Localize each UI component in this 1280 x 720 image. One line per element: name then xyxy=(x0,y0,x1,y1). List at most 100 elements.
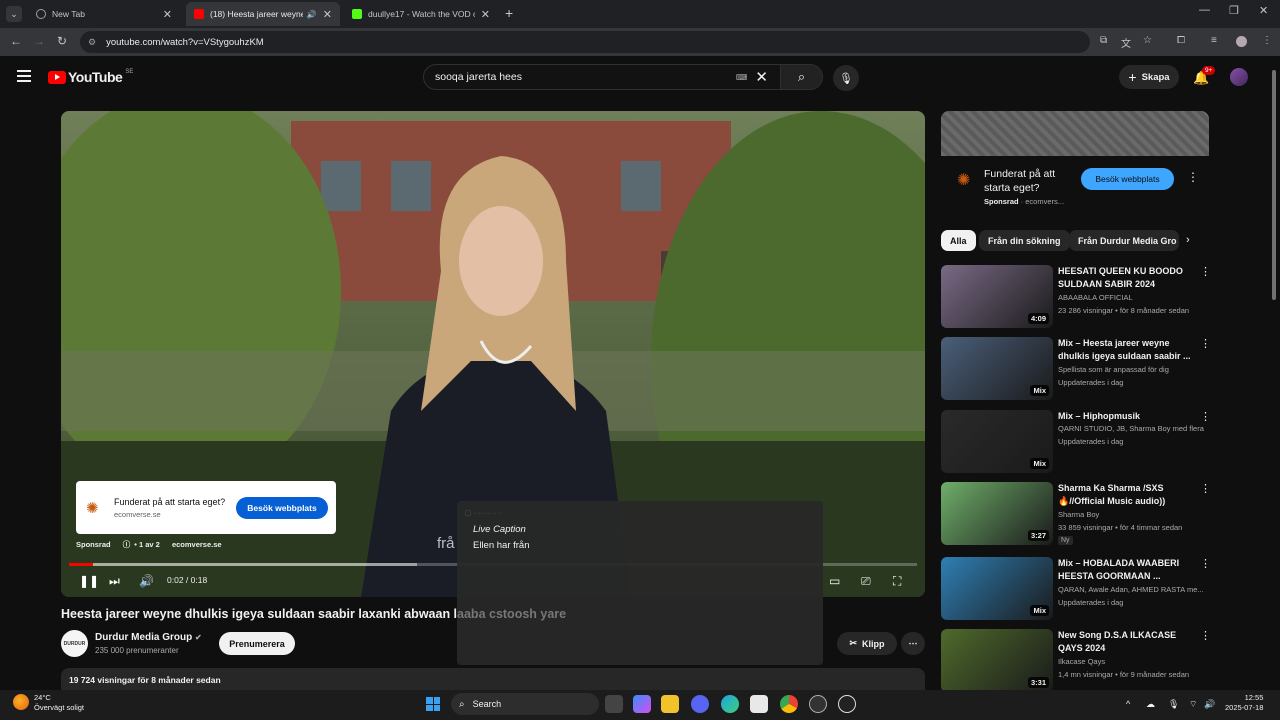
youtube-logo[interactable]: YouTube SE xyxy=(48,69,133,85)
task-view-icon[interactable] xyxy=(605,695,623,713)
clear-search-icon[interactable]: ✕ xyxy=(755,68,768,86)
maximize-icon[interactable]: ❐ xyxy=(1229,4,1239,17)
browser-menu-icon[interactable]: ⋮ xyxy=(1262,35,1272,46)
install-app-icon[interactable]: ⧉ xyxy=(1100,35,1107,46)
recommendation-channel[interactable]: Ilkacase Qays xyxy=(1058,657,1208,666)
mic-tray-icon[interactable]: 🎙 xyxy=(1168,699,1179,710)
tab-kick[interactable]: duullye17 - Watch the VOD on ✕ xyxy=(344,2,498,26)
file-explorer-icon[interactable] xyxy=(661,695,679,713)
address-bar[interactable]: ⚙ youtube.com/watch?v=VStygouhzKM xyxy=(80,31,1090,53)
sidebar-visit-website-button[interactable]: Besök webbplats xyxy=(1081,168,1174,190)
wifi-icon[interactable]: ⌔ xyxy=(1189,699,1197,710)
extensions-icon[interactable]: ⧠ xyxy=(1177,35,1185,46)
chip-all[interactable]: Alla xyxy=(941,230,976,251)
translate-icon[interactable]: 文 xyxy=(1121,35,1131,50)
more-options-icon[interactable]: ⋮ xyxy=(1200,482,1211,495)
chrome-icon[interactable] xyxy=(780,695,798,713)
recommendation-title[interactable]: Sharma Ka Sharma /SXS 🔥//Official Music … xyxy=(1058,482,1198,508)
recommendation-item[interactable]: 3:27 Sharma Ka Sharma /SXS 🔥//Official Mu… xyxy=(941,482,1211,546)
cloud-icon[interactable]: ☁ xyxy=(1146,699,1155,710)
recommendation-item[interactable]: Mix Mix – Heesta jareer weyne dhulkis ige… xyxy=(941,337,1211,401)
scrollbar-thumb[interactable] xyxy=(1272,70,1276,300)
channel-name[interactable]: Durdur Media Group ✔ xyxy=(95,632,202,643)
minimize-icon[interactable]: — xyxy=(1199,4,1210,16)
recommendation-item[interactable]: 3:31 New Song D.S.A ILKACASE QAYS 2024 Ilk… xyxy=(941,629,1211,693)
next-icon[interactable]: ⏭ xyxy=(109,574,120,589)
forward-icon[interactable]: → xyxy=(33,34,45,48)
menu-icon[interactable] xyxy=(17,70,31,82)
video-thumbnail[interactable]: 3:31 xyxy=(941,629,1053,692)
tab-new-tab[interactable]: New Tab ✕ xyxy=(28,2,180,26)
recommendation-channel[interactable]: QARAN, Awale Adan, AHMED RASTA me... xyxy=(1058,585,1208,594)
user-avatar[interactable] xyxy=(1230,68,1248,86)
tray-chevron-icon[interactable]: ^ xyxy=(1126,699,1130,709)
video-thumbnail[interactable]: Mix xyxy=(941,410,1053,473)
scrollbar[interactable] xyxy=(1271,60,1277,300)
close-tab-icon[interactable]: ✕ xyxy=(163,8,172,21)
create-button[interactable]: + Skapa xyxy=(1119,65,1179,89)
recommendation-title[interactable]: Mix – HOBALADA WAABERI HEESTA GOORMAAN .… xyxy=(1058,557,1198,583)
bookmark-star-icon[interactable]: ☆ xyxy=(1143,35,1152,46)
recommendation-title[interactable]: New Song D.S.A ILKACASE QAYS 2024 xyxy=(1058,629,1198,655)
more-options-icon[interactable]: ⋮ xyxy=(1200,629,1211,642)
close-tab-icon[interactable]: ✕ xyxy=(481,8,490,21)
live-caption-window[interactable]: ▢ ············ Live Caption Ellen har fr… xyxy=(457,501,823,665)
copilot-icon[interactable] xyxy=(633,695,651,713)
clip-button[interactable]: ✂ Klipp xyxy=(837,632,897,655)
visit-website-button[interactable]: Besök webbplats xyxy=(236,496,328,519)
taskbar-search[interactable]: ⌕ Search xyxy=(451,693,599,715)
chip-from-channel[interactable]: Från Durdur Media Gro xyxy=(1069,230,1179,251)
chip-from-search[interactable]: Från din sökning xyxy=(979,230,1070,251)
clock[interactable]: 12:55 2025-07-18 xyxy=(1225,693,1263,713)
recommendation-channel[interactable]: ABAABALA OFFICIAL xyxy=(1058,293,1208,302)
fullscreen-icon[interactable]: ⛶ xyxy=(893,574,901,589)
video-thumbnail[interactable]: Mix xyxy=(941,337,1053,400)
ad-info-icon[interactable]: ⓘ xyxy=(123,540,131,549)
speaker-icon[interactable]: 🔊 xyxy=(1204,699,1215,710)
reload-icon[interactable]: ↻ xyxy=(57,34,67,48)
site-info-icon[interactable]: ⚙ xyxy=(88,37,96,48)
subscribe-button[interactable]: Prenumerera xyxy=(219,632,295,655)
video-thumbnail[interactable]: 4:09 xyxy=(941,265,1053,328)
search-button[interactable]: ⌕ xyxy=(780,65,822,89)
recommendation-item[interactable]: Mix Mix – Hiphopmusik QARNI STUDIO, JB, Sh… xyxy=(941,410,1211,474)
audio-playing-icon[interactable]: 🔊 xyxy=(307,10,317,19)
reading-list-icon[interactable]: ≡ xyxy=(1211,35,1217,46)
recommendation-item[interactable]: 4:09 HEESATI QUEEN KU BOODO SULDAAN SABIR… xyxy=(941,265,1211,329)
tab-youtube[interactable]: (18) Heesta jareer weyne dhulkis 🔊 ✕ xyxy=(186,2,340,26)
new-tab-icon[interactable]: + xyxy=(505,5,513,21)
search-box[interactable]: sooqa jarerta hees ⌨ ✕ ⌕ xyxy=(423,64,823,90)
video-thumbnail[interactable]: 3:27 xyxy=(941,482,1053,545)
back-icon[interactable]: ← xyxy=(10,34,22,48)
close-tab-icon[interactable]: ✕ xyxy=(323,8,332,21)
overlay-ad-card[interactable]: ✺ Funderat på att starta eget? ecomverse… xyxy=(76,481,336,534)
keyboard-icon[interactable]: ⌨ xyxy=(736,73,748,82)
discord-icon[interactable] xyxy=(691,695,709,713)
cast-icon[interactable]: ⎚ xyxy=(861,574,871,589)
ad-site[interactable]: ecomverse.se xyxy=(172,540,222,549)
weather-widget[interactable]: 24°C Övervägt soligt xyxy=(34,693,84,713)
voice-search-button[interactable]: 🎙 xyxy=(833,65,859,91)
recommendation-title[interactable]: HEESATI QUEEN KU BOODO SULDAAN SABIR 202… xyxy=(1058,265,1198,291)
edge-icon[interactable] xyxy=(721,695,739,713)
recommendation-title[interactable]: Mix – Hiphopmusik xyxy=(1058,410,1198,423)
more-options-icon[interactable]: ⋮ xyxy=(1200,410,1211,423)
media-player-icon[interactable] xyxy=(838,695,856,713)
channel-avatar[interactable]: DURDUR xyxy=(61,630,88,657)
more-options-icon[interactable]: ⋮ xyxy=(1200,337,1211,350)
more-options-icon[interactable]: ⋮ xyxy=(1200,265,1211,278)
video-thumbnail[interactable]: Mix xyxy=(941,557,1053,620)
pause-icon[interactable]: ❚❚ xyxy=(79,574,99,588)
recommendation-channel[interactable]: Sharma Boy xyxy=(1058,510,1208,519)
volume-icon[interactable]: 🔊 xyxy=(139,574,154,588)
more-actions-icon[interactable]: ⋯ xyxy=(901,632,925,655)
theater-mode-icon[interactable]: ▭ xyxy=(829,574,840,588)
ad-more-icon[interactable]: ⋮ xyxy=(1187,170,1199,184)
chevron-right-icon[interactable]: › xyxy=(1186,234,1190,246)
recommendation-channel[interactable]: QARNI STUDIO, JB, Sharma Boy med flera xyxy=(1058,424,1208,433)
recommendation-item[interactable]: Mix Mix – HOBALADA WAABERI HEESTA GOORMAA… xyxy=(941,557,1211,621)
profile-avatar[interactable] xyxy=(1236,36,1247,47)
close-window-icon[interactable]: ✕ xyxy=(1259,4,1268,17)
recommendation-title[interactable]: Mix – Heesta jareer weyne dhulkis igeya … xyxy=(1058,337,1198,363)
more-options-icon[interactable]: ⋮ xyxy=(1200,557,1211,570)
